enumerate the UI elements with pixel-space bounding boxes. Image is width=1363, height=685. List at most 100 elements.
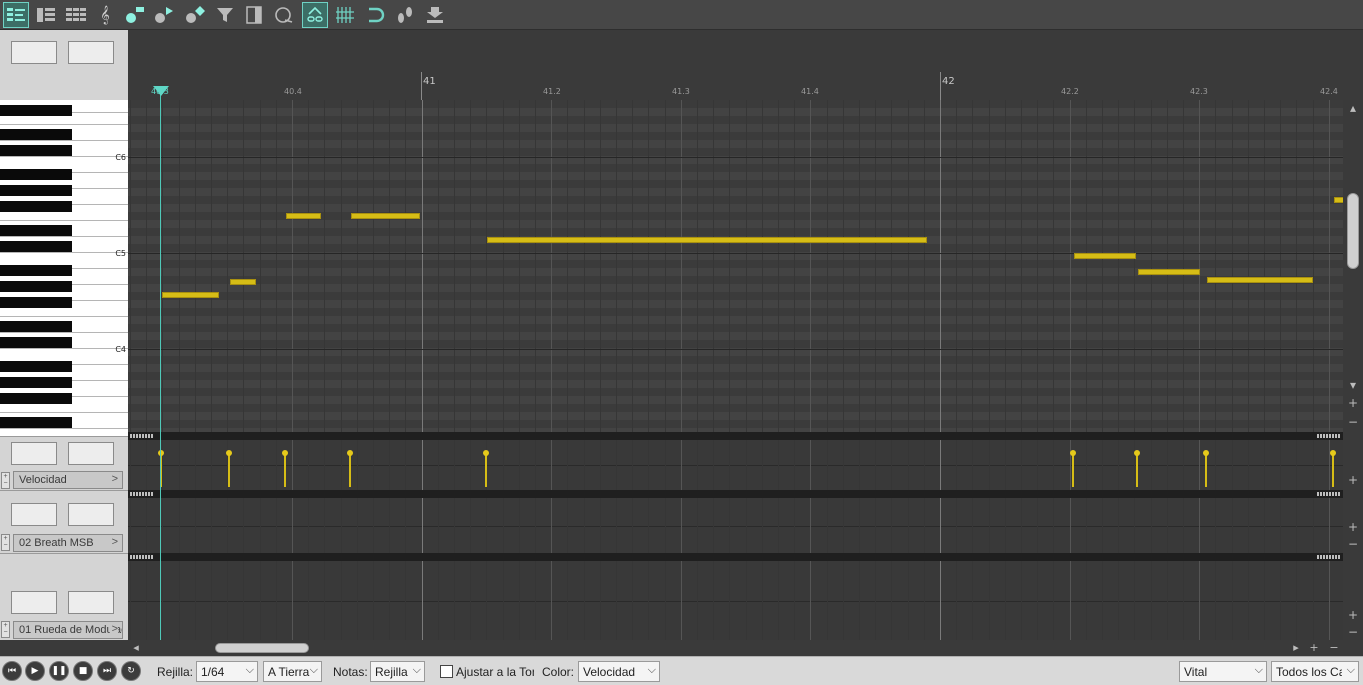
horizontal-scroll-thumb[interactable] <box>215 643 309 653</box>
black-key[interactable] <box>0 377 72 388</box>
horizontal-scrollbar[interactable]: ◂ ▸ + − <box>128 640 1363 656</box>
velocity-handle[interactable] <box>1330 450 1336 456</box>
black-key[interactable] <box>0 297 72 308</box>
velocity-handle[interactable] <box>1134 450 1140 456</box>
channel-panel-icon[interactable] <box>241 2 267 28</box>
vertical-scrollbar[interactable]: ▴ ▾ + − + + − + − <box>1343 36 1363 640</box>
vertical-scroll-thumb[interactable] <box>1347 193 1359 269</box>
black-key[interactable] <box>0 225 72 236</box>
horizontal-zoom-button[interactable] <box>68 41 114 64</box>
lane-plus-minus-icon[interactable]: + − <box>1 621 10 638</box>
velocity-lane[interactable] <box>128 440 1343 490</box>
black-key[interactable] <box>0 241 72 252</box>
velocity-stem[interactable] <box>1136 453 1138 487</box>
velocity-stem[interactable] <box>485 453 487 487</box>
black-key[interactable] <box>0 361 72 372</box>
lane-selector-velocity[interactable]: Velocidad > <box>13 471 123 489</box>
midi-note[interactable] <box>487 237 927 243</box>
lane-divider[interactable] <box>128 490 1343 498</box>
midi-note[interactable] <box>162 292 219 298</box>
lane-button-left[interactable] <box>11 591 57 614</box>
scale-select[interactable]: Vital ⌵ <box>1179 661 1267 682</box>
black-key[interactable] <box>0 417 72 428</box>
color-mode-select[interactable]: Velocidad ⌵ <box>578 661 660 682</box>
playhead-line[interactable] <box>160 86 161 640</box>
zoom-icon[interactable] <box>271 2 297 28</box>
snap-to-key-checkbox[interactable] <box>440 665 453 678</box>
velocity-handle[interactable] <box>158 450 164 456</box>
scroll-up-icon[interactable]: ▴ <box>1347 102 1359 114</box>
zoom-out-icon[interactable]: − <box>1347 416 1359 428</box>
velocity-handle[interactable] <box>1203 450 1209 456</box>
scroll-down-icon[interactable]: ▾ <box>1347 379 1359 391</box>
notation-view-icon[interactable]: 𝄞 <box>92 2 118 28</box>
black-key[interactable] <box>0 337 72 348</box>
scroll-right-icon[interactable]: ▸ <box>1290 642 1302 654</box>
lane-plus-minus-icon[interactable]: + − <box>1 534 10 551</box>
insert-cc-icon[interactable] <box>151 2 177 28</box>
modwheel-cc-lane[interactable] <box>128 561 1343 640</box>
event-list-view-icon[interactable] <box>63 2 89 28</box>
lane-divider[interactable] <box>128 432 1343 440</box>
grid-size-select[interactable]: 1/64 ⌵ <box>196 661 258 682</box>
pause-icon[interactable]: ❚❚ <box>49 661 69 681</box>
play-icon[interactable]: ▶ <box>25 661 45 681</box>
midi-note[interactable] <box>1334 197 1343 203</box>
lane-selector-breath[interactable]: 02 Breath MSB > <box>13 534 123 552</box>
midi-note[interactable] <box>230 279 256 285</box>
named-notes-view-icon[interactable] <box>33 2 59 28</box>
scroll-left-icon[interactable]: ◂ <box>130 642 142 654</box>
black-key[interactable] <box>0 201 72 212</box>
breath-cc-lane[interactable] <box>128 498 1343 553</box>
black-key[interactable] <box>0 185 72 196</box>
black-key[interactable] <box>0 393 72 404</box>
velocity-stem[interactable] <box>1332 453 1334 487</box>
velocity-stem[interactable] <box>284 453 286 487</box>
velocity-stem[interactable] <box>228 453 230 487</box>
lane-zoom-in-icon[interactable]: + <box>1347 609 1359 621</box>
link-selection-icon[interactable] <box>302 2 328 28</box>
playhead-marker-icon[interactable] <box>153 86 169 96</box>
lane-plus-minus-icon[interactable]: + − <box>1 472 10 489</box>
velocity-handle[interactable] <box>347 450 353 456</box>
go-to-end-icon[interactable]: ⏭ <box>97 661 117 681</box>
midi-note[interactable] <box>351 213 420 219</box>
velocity-stem[interactable] <box>1205 453 1207 487</box>
lane-zoom-in-icon[interactable]: + <box>1347 521 1359 533</box>
filter-icon[interactable] <box>212 2 238 28</box>
channel-select[interactable]: Todos los Canales ⌵ <box>1271 661 1359 682</box>
black-key[interactable] <box>0 265 72 276</box>
lane-button-right[interactable] <box>68 442 114 465</box>
hzoom-in-icon[interactable]: + <box>1308 642 1320 654</box>
midi-note[interactable] <box>1207 277 1313 283</box>
snap-magnet-icon[interactable] <box>362 2 388 28</box>
midi-note[interactable] <box>286 213 321 219</box>
notes-select[interactable]: Rejilla ⌵ <box>370 661 425 682</box>
black-key[interactable] <box>0 105 72 116</box>
velocity-stem[interactable] <box>1072 453 1074 487</box>
piano-keyboard[interactable]: C6 C5 C4 <box>0 100 128 436</box>
lane-button-left[interactable] <box>11 442 57 465</box>
step-input-icon[interactable] <box>392 2 418 28</box>
zoom-in-icon[interactable]: + <box>1347 397 1359 409</box>
black-key[interactable] <box>0 129 72 140</box>
lane-button-right[interactable] <box>68 503 114 526</box>
snap-mode-select[interactable]: A Tierra ⌵ <box>263 661 322 682</box>
midi-note[interactable] <box>1074 253 1136 259</box>
velocity-handle[interactable] <box>282 450 288 456</box>
stop-icon[interactable]: ■ <box>73 661 93 681</box>
black-key[interactable] <box>0 169 72 180</box>
vertical-zoom-button[interactable] <box>11 41 57 64</box>
export-icon[interactable] <box>422 2 448 28</box>
piano-roll-grid[interactable] <box>128 100 1343 436</box>
insert-sysex-icon[interactable] <box>182 2 208 28</box>
black-key[interactable] <box>0 281 72 292</box>
black-key[interactable] <box>0 321 72 332</box>
insert-note-icon[interactable] <box>122 2 148 28</box>
velocity-stem[interactable] <box>349 453 351 487</box>
velocity-handle[interactable] <box>226 450 232 456</box>
timeline-ruler[interactable]: 40.44141.241.341.44242.242.342.440.3 <box>128 36 1343 100</box>
hzoom-out-icon[interactable]: − <box>1328 642 1340 654</box>
lane-selector-modwheel[interactable]: 01 Rueda de Modulación > <box>13 621 123 639</box>
midi-note[interactable] <box>1138 269 1200 275</box>
